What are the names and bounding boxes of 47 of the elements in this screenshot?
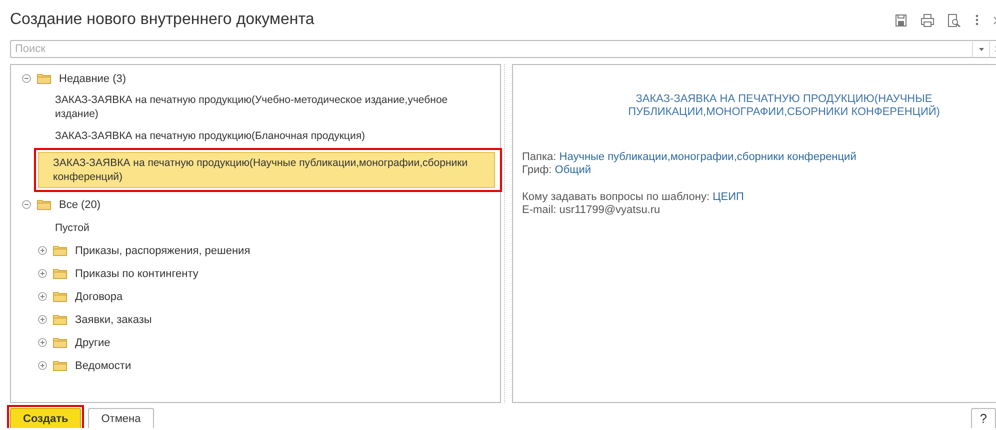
field-value: usr11799@vyatsu.ru [559, 204, 660, 216]
field-label: Кому задавать вопросы по шаблону: [522, 191, 710, 203]
folder-icon [53, 245, 67, 256]
expand-icon[interactable] [38, 338, 47, 347]
template-item[interactable]: Пустой [40, 218, 497, 238]
folder-label[interactable]: Приказы, распоряжения, решения [75, 244, 250, 256]
folder-label[interactable]: Другие [75, 336, 110, 348]
dropdown-icon[interactable] [978, 48, 984, 50]
folder-icon [37, 73, 51, 84]
folder-icon [53, 268, 67, 279]
expand-icon[interactable] [38, 246, 47, 255]
field-label: Папка: [522, 151, 556, 163]
preview-icon[interactable] [948, 14, 961, 26]
template-title: ЗАКАЗ-ЗАЯВКА НА ПЕЧАТНУЮ ПРОДУКЦИЮ(НАУЧНЫЕ ПУБЛИКАЦИИ,МОНОГРАФИИ,СБОРНИКИ КОНФЕРЕНЦИЙ) [627, 93, 941, 119]
folder-icon [53, 314, 67, 325]
field-label: E-mail: [522, 204, 556, 216]
expand-icon[interactable] [38, 361, 47, 370]
folder-label[interactable]: Недавние (3) [59, 72, 126, 84]
window-title: Создание нового внутреннего документа [10, 11, 316, 29]
help-button[interactable]: ? [970, 408, 996, 428]
save-icon[interactable] [895, 14, 907, 26]
template-item[interactable]: ЗАКАЗ-ЗАЯВКА на печатную продукцию(Учебно-методическое издание,учебное издание) [40, 90, 497, 124]
expand-icon[interactable] [38, 269, 47, 278]
template-item[interactable]: ЗАКАЗ-ЗАЯВКА на печатную продукцию(Бланочная продукция) [40, 126, 497, 146]
folder-icon [53, 291, 67, 302]
create-button[interactable]: Создать [10, 408, 82, 428]
expand-icon[interactable] [38, 315, 47, 324]
collapse-icon[interactable] [22, 200, 31, 209]
search-field[interactable]: Поиск [10, 40, 972, 58]
field-value: ЦЕИП [712, 191, 744, 203]
print-icon[interactable] [921, 14, 934, 26]
folder-label[interactable]: Ведомости [75, 360, 132, 372]
folder-label[interactable]: Приказы по контингенту [75, 268, 198, 280]
template-item[interactable]: ЗАКАЗ-ЗАЯВКА на печатную продукцию(Научные публикации,монографии,сборники конференций) [38, 152, 495, 188]
field-value: Научные публикации,монографии,сборники конференций [559, 151, 856, 163]
expand-icon[interactable] [38, 292, 47, 301]
folder-icon [37, 199, 51, 210]
folder-label[interactable]: Все (20) [59, 198, 101, 210]
folder-label[interactable]: Заявки, заказы [75, 314, 152, 326]
more-icon[interactable] [975, 14, 979, 26]
collapse-icon[interactable] [22, 74, 31, 83]
folder-icon [53, 360, 67, 371]
field-value: Общий [554, 164, 591, 176]
folder-icon [53, 337, 67, 348]
cancel-button[interactable]: Отмена [88, 408, 154, 428]
field-label: Гриф: [522, 164, 552, 176]
folder-label[interactable]: Договора [75, 290, 123, 302]
